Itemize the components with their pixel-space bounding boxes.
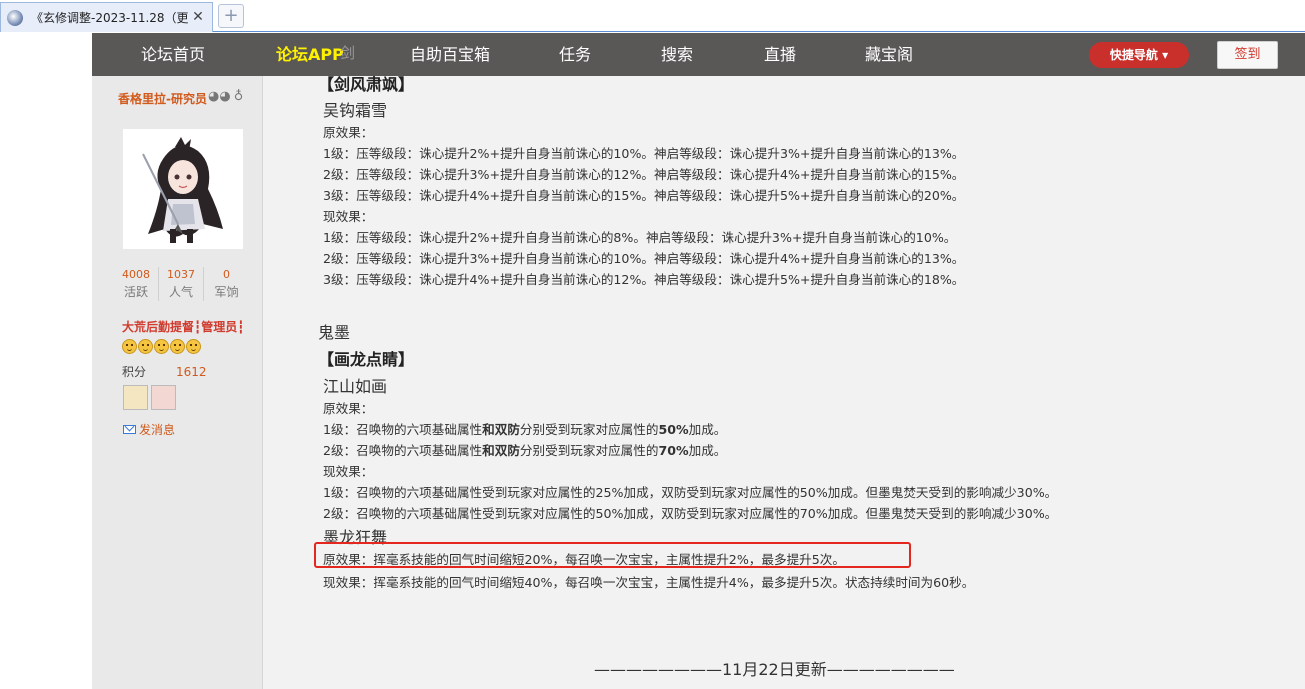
stat-label: 人气 — [168, 285, 193, 299]
medal-icon[interactable] — [123, 385, 148, 410]
effect-line: 原效果：挥毫系技能的回气时间缩短20%，每召唤一次宝宝，主属性提升2%，最多提升… — [323, 552, 845, 567]
user-points: 积分 1612 — [122, 363, 207, 380]
effect-bold: 70% — [658, 443, 689, 458]
level-smiley-icon — [122, 339, 137, 354]
browser-tab[interactable]: 《玄修调整-2023-11.28（更 ✕ — [0, 2, 213, 32]
nav-forum-app[interactable]: 论坛APP — [276, 33, 344, 76]
tab-title: 《玄修调整-2023-11.28（更 — [31, 11, 189, 25]
stat-activity[interactable]: 4008 活跃 — [114, 267, 159, 301]
effect-line: 2级：压等级段：诛心提升3%+提升自身当前诛心的12%。神启等级段：诛心提升4%… — [323, 167, 965, 182]
effect-line: 2级：召唤物的六项基础属性和双防分别受到玩家对应属性的70%加成。 — [323, 440, 726, 459]
level-smiley-icon — [154, 339, 169, 354]
medal-icon[interactable] — [151, 385, 176, 410]
effect-text: 加成。 — [688, 422, 727, 437]
site-favicon-icon — [7, 9, 23, 26]
stat-label: 军饷 — [214, 285, 239, 299]
effect-text: 2级：召唤物的六项基础属性 — [323, 443, 483, 458]
orig-effect-label: 原效果： — [323, 125, 374, 140]
nav-forum-home[interactable]: 论坛首页 — [141, 33, 205, 76]
stat-value: 0 — [223, 268, 230, 281]
nav-live[interactable]: 直播 — [764, 33, 796, 76]
user-stats: 4008 活跃 1037 人气 0 军饷 — [114, 267, 249, 301]
effect-line: 3级：压等级段：诛心提升4%+提升自身当前诛心的12%。神启等级段：诛心提升5%… — [323, 272, 965, 287]
forum-navbar: 论坛首页 论坛APP 自助百宝箱 任务 搜索 直播 藏宝阁 快捷导航 ▾ 签到 — [92, 33, 1305, 76]
online-status-icon: ◕◕ — [208, 89, 231, 104]
stat-value: 4008 — [122, 268, 150, 281]
skill-name: 【画龙点睛】 — [318, 350, 415, 369]
user-sidebar: 香格里拉-研究员 ◕◕ ♁ 4008 活跃 1037 人气 0 军饷 大荒后勤提… — [92, 33, 263, 689]
points-value: 1612 — [176, 365, 207, 379]
browser-tabstrip: 《玄修调整-2023-11.28（更 ✕ + — [0, 0, 1305, 32]
user-medals — [123, 385, 179, 410]
effect-line: 1级：压等级段：诛心提升2%+提升自身当前诛心的10%。神启等级段：诛心提升3%… — [323, 146, 965, 161]
level-smiley-icon — [186, 339, 201, 354]
send-message-link[interactable]: 发消息 — [123, 421, 175, 438]
close-icon[interactable]: ✕ — [190, 9, 206, 25]
effect-bold: 50% — [658, 422, 689, 437]
stat-popularity[interactable]: 1037 人气 — [159, 267, 204, 301]
effect-line: 2级：压等级段：诛心提升3%+提升自身当前诛心的10%。神启等级段：诛心提升4%… — [323, 251, 965, 266]
mail-icon — [123, 425, 136, 434]
effect-line: 2级：召唤物的六项基础属性受到玩家对应属性的50%加成，双防受到玩家对应属性的7… — [323, 506, 1058, 521]
overlapped-heading-fragment: 剑 — [340, 44, 356, 62]
orig-effect-label: 原效果： — [323, 401, 374, 416]
new-tab-button[interactable]: + — [218, 4, 244, 28]
cur-effect-label: 现效果： — [323, 464, 374, 479]
stat-pay[interactable]: 0 军饷 — [204, 267, 249, 301]
stat-label: 活跃 — [123, 285, 148, 299]
effect-bold: 和双防 — [482, 443, 520, 458]
effect-line: 1级：召唤物的六项基础属性受到玩家对应属性的25%加成，双防受到玩家对应属性的5… — [323, 485, 1058, 500]
class-name: 鬼墨 — [318, 323, 351, 342]
effect-text: 加成。 — [688, 443, 727, 458]
effect-line: 3级：压等级段：诛心提升4%+提升自身当前诛心的15%。神启等级段：诛心提升5%… — [323, 188, 965, 203]
level-smiley-icon — [170, 339, 185, 354]
nav-toolbox[interactable]: 自助百宝箱 — [410, 33, 490, 76]
effect-bold: 和双防 — [482, 422, 520, 437]
nav-treasure[interactable]: 藏宝阁 — [865, 33, 913, 76]
stat-value: 1037 — [167, 268, 195, 281]
skill-sub-name: 江山如画 — [323, 377, 388, 396]
user-title-badge: 大荒后勤提督┇管理员┇ — [122, 320, 245, 334]
level-smiley-icon — [138, 339, 153, 354]
effect-line: 1级：压等级段：诛心提升2%+提升自身当前诛心的8%。神启等级段：诛心提升3%+… — [323, 230, 957, 245]
update-divider: ————————11月22日更新———————— — [594, 660, 955, 679]
user-level-icons — [122, 339, 202, 354]
avatar[interactable] — [123, 129, 243, 249]
quick-nav-button[interactable]: 快捷导航 ▾ — [1089, 42, 1189, 68]
effect-text: 分别受到玩家对应属性的 — [519, 443, 659, 458]
gender-icon: ♁ — [233, 89, 244, 104]
effect-text: 分别受到玩家对应属性的 — [519, 422, 659, 437]
cur-effect-label: 现效果： — [323, 209, 374, 224]
points-label: 积分 — [122, 365, 147, 379]
send-message-label: 发消息 — [139, 423, 176, 437]
user-status-icons: ◕◕ ♁ — [208, 89, 243, 104]
effect-text: 1级：召唤物的六项基础属性 — [323, 422, 483, 437]
nav-search[interactable]: 搜索 — [661, 33, 693, 76]
avatar-illustration — [123, 129, 243, 249]
skill-sub-name: 吴钩霜雪 — [323, 101, 388, 120]
signin-button[interactable]: 签到 — [1217, 41, 1278, 69]
effect-line: 现效果：挥毫系技能的回气时间缩短40%，每召唤一次宝宝，主属性提升4%，最多提升… — [323, 575, 975, 590]
effect-line: 1级：召唤物的六项基础属性和双防分别受到玩家对应属性的50%加成。 — [323, 419, 726, 438]
nav-tasks[interactable]: 任务 — [559, 33, 591, 76]
username-link[interactable]: 香格里拉-研究员 — [118, 90, 207, 107]
